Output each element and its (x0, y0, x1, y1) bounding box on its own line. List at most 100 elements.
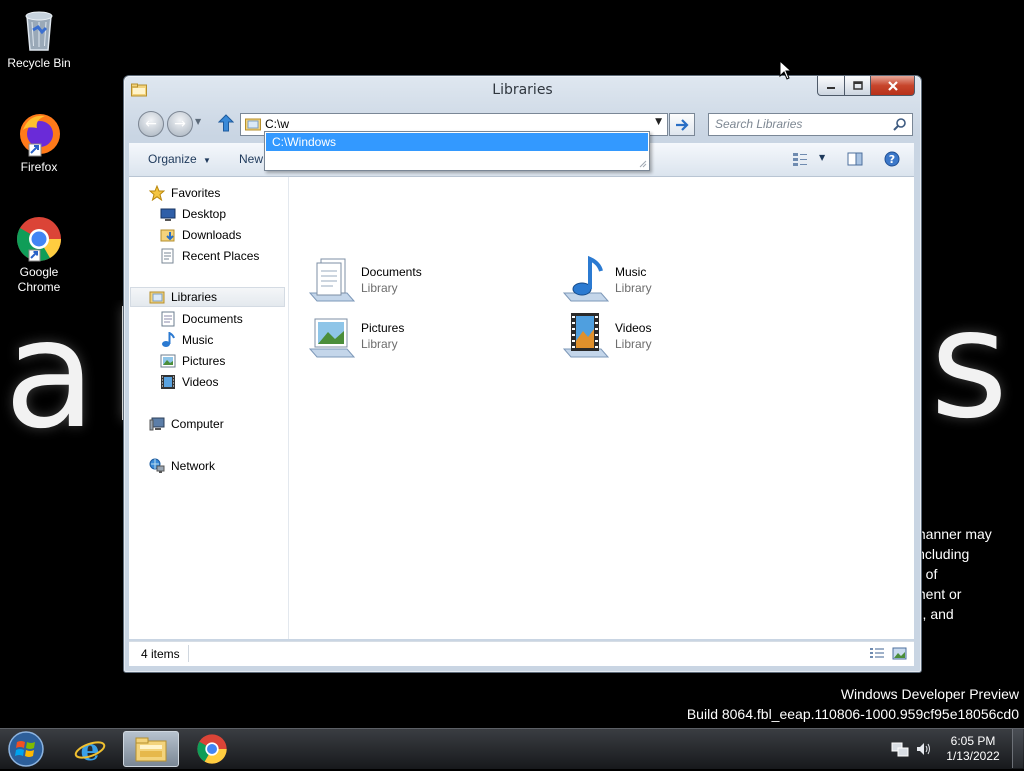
desktop-icon-firefox[interactable]: Firefox (1, 110, 77, 175)
help-button[interactable]: ? (884, 151, 900, 170)
nav-libraries[interactable]: Libraries (130, 287, 285, 307)
help-icon: ? (884, 151, 900, 167)
back-arrow-icon: ← (145, 116, 157, 132)
maximize-icon (852, 80, 863, 90)
nav-desktop[interactable]: Desktop (160, 204, 226, 224)
view-chevron-down-icon[interactable]: ▼ (819, 153, 825, 162)
up-arrow-icon (217, 114, 235, 132)
library-tile-music[interactable]: Music Library (561, 255, 652, 305)
network-tray-icon[interactable] (891, 741, 909, 757)
nav-music[interactable]: Music (160, 330, 213, 350)
volume-icon[interactable] (915, 741, 931, 757)
preview-pane-icon (847, 152, 863, 166)
item-count: 4 items (141, 647, 180, 661)
taskbar-file-explorer[interactable] (123, 731, 179, 767)
recent-places-icon (160, 248, 176, 264)
address-autocomplete-list: C:\Windows (264, 131, 650, 171)
wallpaper-paragraph: manner may including e of ment or f), an… (914, 526, 992, 622)
minimize-icon (827, 86, 835, 89)
taskbar-internet-explorer[interactable]: e (62, 731, 118, 767)
large-icons-view-icon[interactable] (892, 647, 907, 660)
build-watermark: Windows Developer Preview Build 8064.fbl… (687, 684, 1019, 724)
documents-library-icon (307, 255, 357, 305)
maximize-button[interactable] (845, 76, 871, 96)
status-divider (188, 645, 189, 662)
navigation-pane: Favorites Desktop Downloads Recent Place… (129, 177, 289, 639)
desktop-icon-recycle-bin[interactable]: Recycle Bin (1, 6, 77, 71)
nav-pictures[interactable]: Pictures (160, 351, 225, 371)
search-icon[interactable] (893, 118, 906, 131)
window-title: Libraries (492, 82, 553, 98)
start-button[interactable] (6, 730, 46, 771)
recent-pages-dropdown[interactable]: ▼ (195, 117, 201, 126)
desktop-icon-google-chrome[interactable]: Google Chrome (1, 215, 77, 295)
clock-time: 6:05 PM (950, 734, 996, 748)
minimize-button[interactable] (817, 76, 845, 96)
library-tile-videos[interactable]: Videos Library (561, 311, 652, 361)
network-icon (149, 458, 165, 474)
music-icon (160, 331, 176, 348)
desktop-icon (160, 206, 176, 222)
status-bar: 4 items (129, 641, 914, 666)
resize-grip-icon[interactable] (637, 158, 647, 168)
watermark-edition: Windows Developer Preview (840, 686, 1019, 702)
clock-date: 1/13/2022 (946, 749, 1000, 763)
library-tile-documents[interactable]: Documents Library (307, 255, 422, 305)
details-view-icon[interactable] (869, 647, 885, 660)
search-box[interactable] (708, 113, 913, 136)
view-options-icon (793, 153, 807, 166)
up-button[interactable] (217, 114, 235, 135)
pictures-icon (160, 353, 176, 369)
nav-computer[interactable]: Computer (149, 414, 224, 434)
svg-text:e: e (80, 733, 99, 765)
preview-pane-button[interactable] (847, 152, 863, 169)
taskbar: e 6:05 PM 1/13/2022 (0, 728, 1024, 769)
internet-explorer-icon: e (74, 733, 106, 765)
documents-icon (160, 311, 176, 327)
address-input[interactable] (265, 116, 635, 132)
new-library-button[interactable]: New (239, 152, 263, 166)
caption-buttons (817, 76, 915, 96)
nav-network[interactable]: Network (149, 456, 215, 476)
forward-arrow-icon: → (174, 116, 186, 132)
mouse-cursor-icon (779, 60, 793, 80)
chrome-taskbar-icon (197, 734, 227, 764)
content-area: Favorites Desktop Downloads Recent Place… (129, 177, 914, 639)
libraries-icon (149, 289, 165, 305)
organize-chevron-down-icon: ▼ (203, 156, 211, 165)
windows-logo-icon (8, 731, 44, 767)
back-button[interactable]: ← (138, 111, 164, 137)
show-desktop-button[interactable] (1012, 729, 1023, 768)
file-explorer-icon (135, 737, 167, 762)
nav-favorites[interactable]: Favorites (148, 183, 220, 203)
change-view-button[interactable] (792, 152, 808, 169)
recycle-bin-icon (15, 6, 63, 54)
search-input[interactable] (715, 116, 885, 132)
library-tile-pictures[interactable]: Pictures Library (307, 311, 404, 361)
videos-library-icon (561, 311, 611, 361)
watermark-build: Build 8064.fbl_eeap.110806-1000.959cf95e… (686, 706, 1019, 722)
libraries-folder-icon (245, 118, 261, 131)
nav-downloads[interactable]: Downloads (160, 225, 241, 245)
taskbar-google-chrome[interactable] (184, 731, 240, 767)
close-icon (887, 80, 898, 91)
forward-button[interactable]: → (167, 111, 193, 137)
pictures-library-icon (307, 311, 357, 361)
close-button[interactable] (871, 76, 915, 96)
downloads-folder-icon (160, 227, 176, 243)
autocomplete-item[interactable]: C:\Windows (266, 133, 648, 151)
chrome-icon (15, 215, 63, 263)
nav-documents[interactable]: Documents (160, 309, 243, 329)
nav-videos[interactable]: Videos (160, 372, 218, 392)
system-clock[interactable]: 6:05 PM 1/13/2022 (940, 734, 1006, 764)
videos-icon (160, 374, 176, 390)
organize-button[interactable]: Organize ▼ (148, 152, 211, 166)
computer-icon (149, 416, 165, 432)
address-dropdown-arrow-icon[interactable]: ▼ (655, 117, 662, 127)
nav-recent-places[interactable]: Recent Places (160, 246, 259, 266)
svg-text:?: ? (889, 153, 895, 166)
music-library-icon (561, 255, 611, 305)
go-button[interactable] (669, 113, 695, 136)
go-arrow-icon (676, 118, 689, 131)
firefox-icon (15, 110, 63, 158)
